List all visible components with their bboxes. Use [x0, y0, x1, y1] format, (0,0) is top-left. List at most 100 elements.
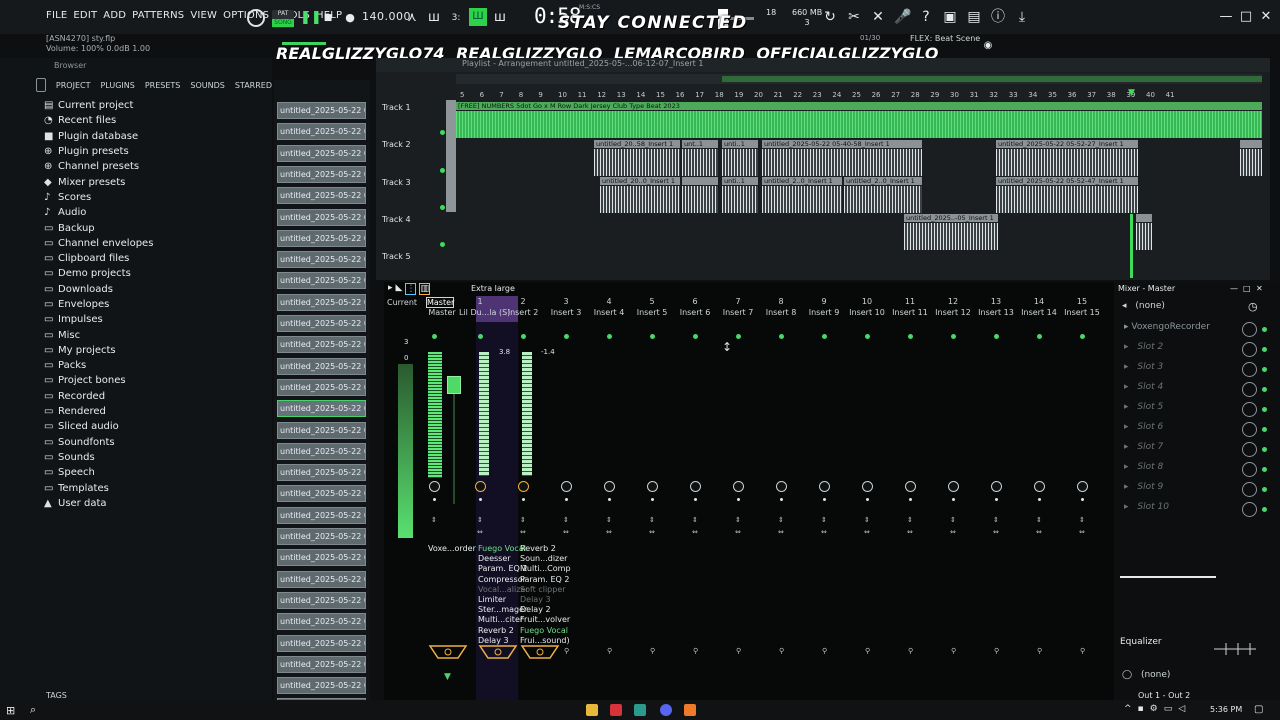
channel-name[interactable]: Insert 13: [975, 308, 1017, 317]
channel-link-arrows[interactable]: ⇔: [735, 528, 741, 536]
mixer-layout-icon[interactable]: ▥: [419, 283, 430, 295]
track-label-4[interactable]: Track 4: [382, 215, 411, 224]
channel-enable-led[interactable]: [779, 334, 784, 339]
channel-swap-dot[interactable]: [608, 498, 611, 501]
slot-enable-led[interactable]: [1262, 427, 1267, 432]
channel-swap-dot[interactable]: [952, 498, 955, 501]
audio-clip[interactable]: untitled_2025-05-22 05-52-27_Insert 1: [996, 140, 1138, 176]
pattern-item[interactable]: untitled_2025-05-22 06-...: [277, 655, 366, 673]
channel-pan-icon[interactable]: ⚲: [994, 647, 999, 655]
scrollbar-thumb[interactable]: [722, 76, 1262, 82]
channel-link-arrows[interactable]: ⇔: [1079, 528, 1085, 536]
minimize-icon[interactable]: —: [1218, 9, 1234, 25]
channel-route-arrows[interactable]: ⇕: [864, 516, 870, 524]
equalizer-graph[interactable]: [1212, 640, 1258, 658]
channel-enable-led[interactable]: [1080, 334, 1085, 339]
slot-enable-led[interactable]: [1262, 467, 1267, 472]
channel-swap-dot[interactable]: [780, 498, 783, 501]
channel-name[interactable]: Insert 3: [545, 308, 587, 317]
pat-song-toggle[interactable]: PAT SONG: [272, 10, 294, 28]
track-label-2[interactable]: Track 2: [382, 140, 411, 149]
slot-mix-knob[interactable]: [1242, 322, 1257, 337]
browser-folder-item[interactable]: ▭ Clipboard files: [44, 251, 254, 266]
pattern-item[interactable]: untitled_2025-05-22 06-...: [277, 251, 366, 269]
pattern-item[interactable]: untitled_2025-05-22 06-...: [277, 506, 366, 524]
channel-number[interactable]: 13: [976, 297, 1016, 306]
channel-link-arrows[interactable]: ⇔: [520, 528, 526, 536]
channel-route-arrows[interactable]: ⇕: [477, 516, 483, 524]
audio-clip[interactable]: untitled_2025..-05_Insert 1: [904, 214, 998, 250]
tab-project[interactable]: PROJECT: [56, 81, 91, 90]
globe-icon[interactable]: ◉: [980, 38, 996, 54]
channel-name[interactable]: Insert 14: [1018, 308, 1060, 317]
fx-slot-empty[interactable]: ▸ Slot 9: [1124, 482, 1267, 500]
channel-pan-icon[interactable]: ⚲: [865, 647, 870, 655]
browser-folder-item[interactable]: ◔ Recent files: [44, 113, 254, 128]
channel-number[interactable]: 6: [675, 297, 715, 306]
slot-enable-led[interactable]: [1262, 487, 1267, 492]
mixer-link-icon[interactable]: ⋮: [405, 283, 417, 295]
slot-mix-knob[interactable]: [1242, 442, 1257, 457]
browser-folder-item[interactable]: ▭ Speech: [44, 465, 254, 480]
input-select[interactable]: ◂ (none): [1122, 301, 1165, 311]
channel-number[interactable]: 1: [460, 297, 500, 306]
pattern-item[interactable]: untitled_2025-05-22 06-...: [277, 336, 366, 354]
channel-swap-dot[interactable]: [995, 498, 998, 501]
mixer-menu-icon[interactable]: ▸: [388, 283, 393, 295]
pattern-item[interactable]: untitled_2025-05-22 06-...: [277, 400, 366, 418]
track-label-1[interactable]: Track 1: [382, 103, 411, 112]
channel-stereo-knob[interactable]: [690, 481, 701, 492]
fx-slot[interactable]: Fuego Vocal: [520, 626, 571, 636]
vivaldi-icon[interactable]: [610, 704, 622, 716]
channel-pan-icon[interactable]: ⚲: [779, 647, 784, 655]
channel-enable-led[interactable]: [650, 334, 655, 339]
channel-link-arrows[interactable]: ⇔: [821, 528, 827, 536]
channel-swap-dot[interactable]: [866, 498, 869, 501]
browser-folder-item[interactable]: ▭ Sounds: [44, 450, 254, 465]
fx-slot-empty[interactable]: ▸ Slot 5: [1124, 402, 1267, 420]
fx-slot[interactable]: Delay 3: [520, 595, 571, 605]
master-fader-track[interactable]: [453, 394, 455, 504]
channel-swap-dot[interactable]: [479, 498, 482, 501]
flex-preset[interactable]: FLEX: Beat Scene: [910, 34, 980, 43]
panel-close-icon[interactable]: ✕: [1256, 284, 1263, 293]
audio-clip-track1[interactable]: [FREE] NUMBERS 5dot Go x M Row Dark Jers…: [456, 102, 1262, 138]
channel-link-arrows[interactable]: ⇔: [606, 528, 612, 536]
channel-swap-dot[interactable]: [1081, 498, 1084, 501]
browser-folder-item[interactable]: ▭ Recorded: [44, 389, 254, 404]
channel-number[interactable]: 9: [804, 297, 844, 306]
channel-number[interactable]: 11: [890, 297, 930, 306]
tab-presets[interactable]: PRESETS: [145, 81, 181, 90]
channel-name[interactable]: Insert 5: [631, 308, 673, 317]
fx-slot-empty[interactable]: ▸ Slot 8: [1124, 462, 1267, 480]
audio-clip[interactable]: unt..1: [682, 140, 718, 176]
panel-minimize-icon[interactable]: —: [1230, 284, 1238, 293]
channel-route-arrows[interactable]: ⇕: [649, 516, 655, 524]
slot-enable-led[interactable]: [1262, 347, 1267, 352]
metronome-icon[interactable]: ⋏: [404, 10, 420, 26]
fx-slot[interactable]: Param. EQ 2: [520, 575, 571, 585]
network-icon[interactable]: ▭: [1164, 704, 1173, 714]
browser-folder-item[interactable]: ▭ Project bones: [44, 373, 254, 388]
channel-route-arrows[interactable]: ⇕: [520, 516, 526, 524]
fx-slot[interactable]: Voxe...order: [428, 544, 476, 554]
channel-name[interactable]: Insert 6: [674, 308, 716, 317]
master-track-label[interactable]: Master: [426, 297, 454, 308]
browser-folder-item[interactable]: ▭ Envelopes: [44, 297, 254, 312]
channel-route-arrows[interactable]: ⇕: [821, 516, 827, 524]
ch1-pan-control[interactable]: [478, 644, 518, 660]
audio-clip[interactable]: untitled_2..0_Insert 1: [762, 177, 842, 213]
slot-mix-knob[interactable]: [1242, 422, 1257, 437]
channel-number[interactable]: 8: [761, 297, 801, 306]
mixer-wide-icon[interactable]: ◣: [396, 283, 403, 295]
channel-name[interactable]: Insert 9: [803, 308, 845, 317]
channel-enable-led[interactable]: [693, 334, 698, 339]
channel-stereo-knob[interactable]: [948, 481, 959, 492]
channel-link-arrows[interactable]: ⇔: [1036, 528, 1042, 536]
master-pan-control[interactable]: [428, 644, 468, 660]
channel-name[interactable]: Insert 11: [889, 308, 931, 317]
slot-mix-knob[interactable]: [1242, 362, 1257, 377]
browser-folder-item[interactable]: ▭ Soundfonts: [44, 435, 254, 450]
channel-stereo-knob[interactable]: [862, 481, 873, 492]
track-3-active-led[interactable]: [440, 205, 445, 210]
